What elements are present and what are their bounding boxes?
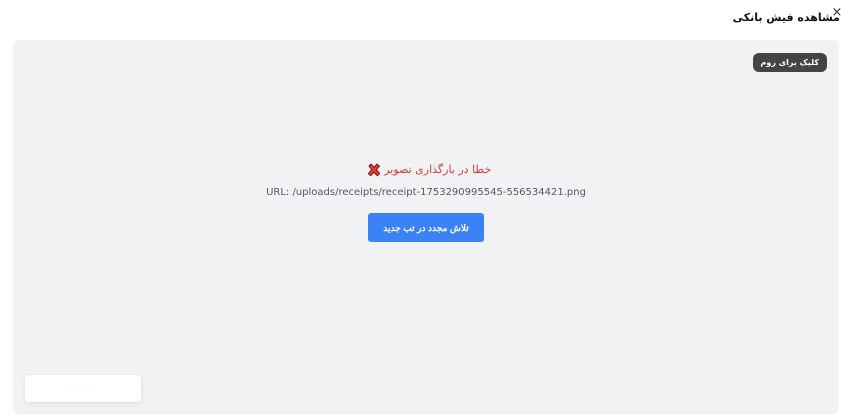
- receipt-modal: × مشاهده فیش بانکی کلیک برای زوم خطا در …: [0, 0, 854, 416]
- zoom-badge[interactable]: کلیک برای زوم: [752, 53, 827, 72]
- faded-toast: ··· ··· ···: [25, 375, 141, 402]
- retry-in-new-tab-button[interactable]: تلاش مجدد در تب جدید: [368, 213, 484, 242]
- error-text: خطا در بارگذاری تصویر: [384, 163, 492, 176]
- error-message: خطا در بارگذاری تصویر: [13, 162, 839, 178]
- x-mark-icon: [367, 163, 380, 177]
- receipt-image-viewer[interactable]: کلیک برای زوم خطا در بارگذاری تصویر URL:…: [13, 40, 839, 414]
- modal-title: مشاهده فیش بانکی: [732, 11, 840, 24]
- image-url: URL: /uploads/receipts/receipt-175329099…: [266, 187, 586, 198]
